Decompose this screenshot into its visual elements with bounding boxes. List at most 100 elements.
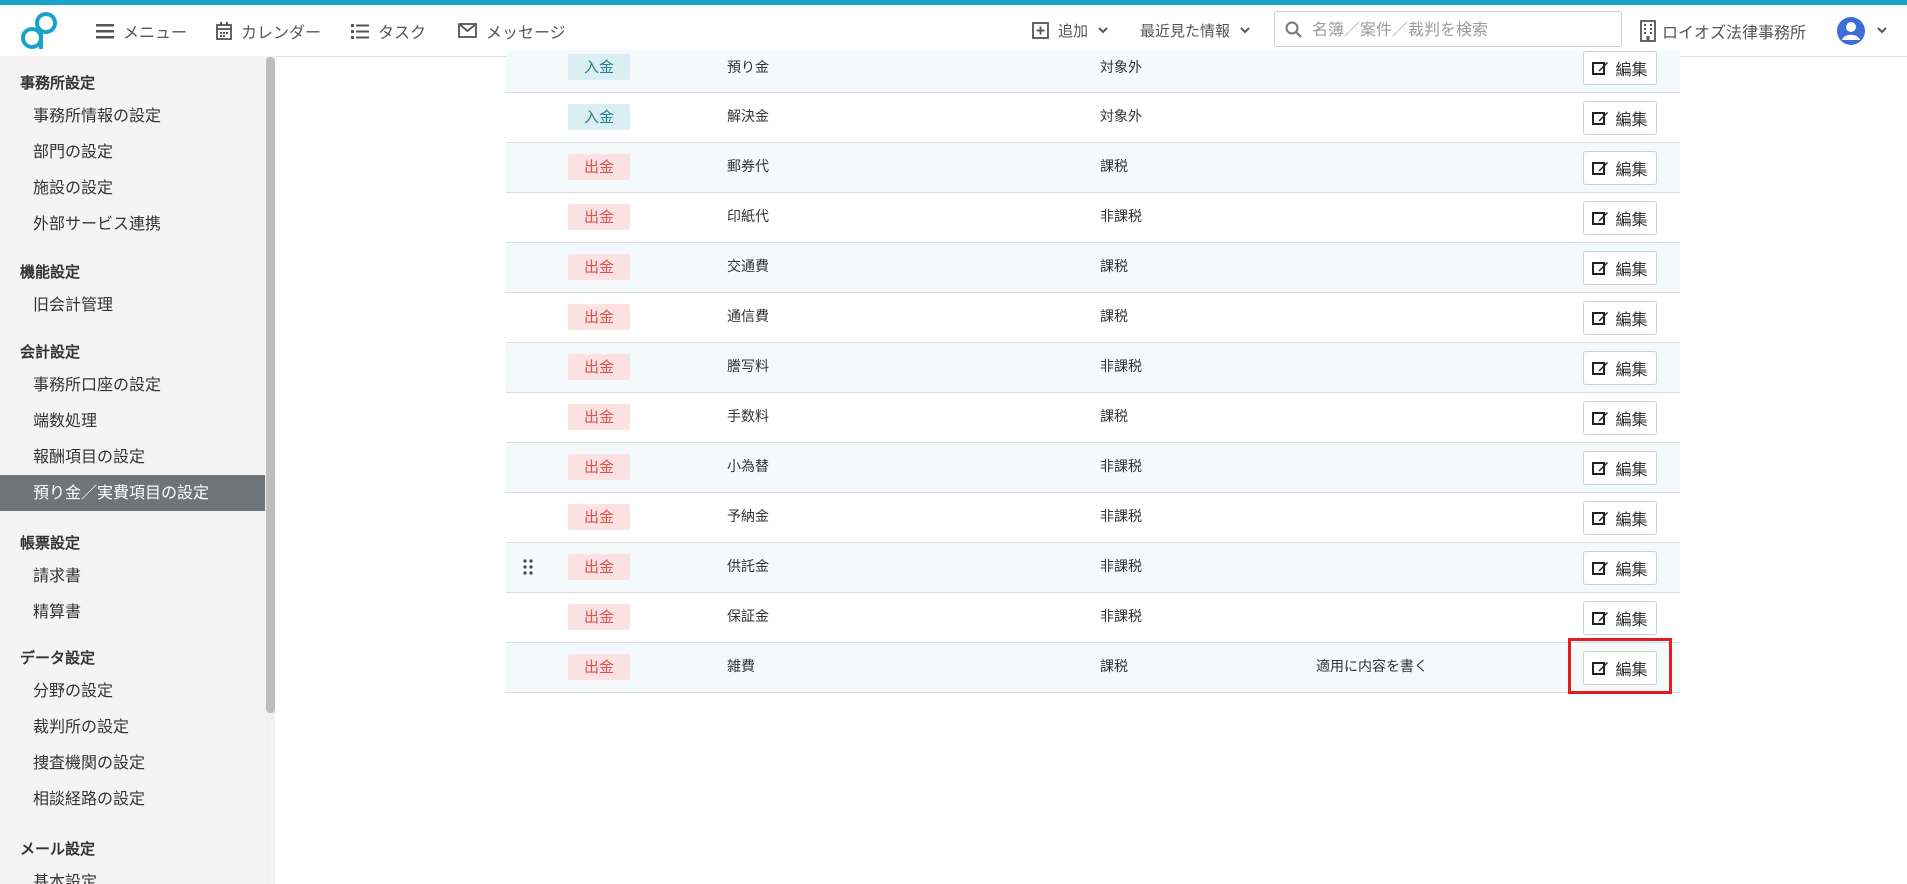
nav-message[interactable]: メッセージ	[458, 5, 566, 56]
nav-task[interactable]: タスク	[351, 5, 426, 56]
edit-icon	[1592, 412, 1609, 425]
sidebar-item-office-accounts[interactable]: 事務所口座の設定	[0, 367, 265, 403]
sidebar-item-legacy-accounting[interactable]: 旧会計管理	[0, 287, 265, 323]
type-badge: 出金	[568, 354, 630, 380]
sidebar-scrollbar-thumb[interactable]	[266, 57, 275, 713]
sidebar-item-facilities[interactable]: 施設の設定	[0, 170, 265, 206]
type-badge: 出金	[568, 154, 630, 180]
type-badge: 出金	[568, 604, 630, 630]
edit-button[interactable]: 編集	[1583, 151, 1657, 185]
office-switcher[interactable]: ロイオズ法律事務所	[1640, 5, 1806, 56]
tax-category: 課税	[1100, 159, 1128, 175]
section-form-settings: 帳票設定	[20, 534, 81, 552]
edit-button[interactable]: 編集	[1583, 451, 1657, 485]
tax-category: 非課税	[1100, 359, 1142, 375]
sidebar-item-investigative-agencies[interactable]: 捜査機関の設定	[0, 745, 265, 781]
sidebar-item-fee-items[interactable]: 報酬項目の設定	[0, 439, 265, 475]
item-name: 手数料	[727, 409, 769, 425]
tax-category: 非課税	[1100, 209, 1142, 225]
task-list-icon	[351, 23, 369, 39]
tax-category: 課税	[1100, 659, 1128, 675]
nav-menu[interactable]: メニュー	[96, 5, 187, 56]
edit-button[interactable]: 編集	[1583, 301, 1657, 335]
settings-sidebar: 事務所設定 事務所情報の設定 部門の設定 施設の設定 外部サービス連携 機能設定…	[0, 56, 266, 884]
sidebar-item-deposit-expense-items[interactable]: 預り金／実費項目の設定	[0, 475, 265, 511]
drag-handle-icon[interactable]	[523, 559, 533, 575]
edit-button[interactable]: 編集	[1583, 101, 1657, 135]
sidebar-item-invoice[interactable]: 請求書	[0, 558, 265, 594]
tax-category: 対象外	[1100, 109, 1142, 125]
sidebar-item-settlement[interactable]: 精算書	[0, 594, 265, 630]
recent-label: 最近見た情報	[1140, 22, 1231, 40]
tax-category: 非課税	[1100, 459, 1142, 475]
tax-category: 非課税	[1100, 559, 1142, 575]
item-name: 交通費	[727, 259, 769, 275]
envelope-icon	[458, 23, 477, 38]
edit-icon	[1592, 162, 1609, 175]
edit-button-label: 編集	[1615, 360, 1648, 379]
table-row: 出金 通信費 課税 編集	[506, 293, 1680, 343]
edit-button-label: 編集	[1615, 410, 1648, 429]
edit-button-label: 編集	[1615, 560, 1648, 579]
chevron-down-icon	[1877, 27, 1887, 34]
section-office-settings: 事務所設定	[20, 74, 96, 92]
edit-button[interactable]: 編集	[1583, 501, 1657, 535]
building-icon	[1640, 19, 1656, 42]
type-badge: 出金	[568, 454, 630, 480]
type-badge: 出金	[568, 204, 630, 230]
tax-category: 対象外	[1100, 60, 1142, 76]
plus-square-icon	[1032, 22, 1049, 39]
edit-button[interactable]: 編集	[1583, 201, 1657, 235]
edit-button-label: 編集	[1615, 210, 1648, 229]
type-badge: 出金	[568, 654, 630, 680]
edit-button[interactable]: 編集	[1583, 401, 1657, 435]
table-row: 出金 謄写料 非課税 編集	[506, 343, 1680, 393]
edit-button[interactable]: 編集	[1583, 51, 1657, 85]
sidebar-item-basic-settings[interactable]: 基本設定	[0, 864, 265, 884]
recent-dropdown[interactable]: 最近見た情報	[1140, 5, 1259, 56]
table-row: 出金 雑費 課税 適用に内容を書く 編集	[506, 643, 1680, 693]
edit-icon	[1592, 112, 1609, 125]
item-name: 小為替	[727, 459, 769, 475]
add-dropdown[interactable]: 追加	[1032, 5, 1117, 56]
nav-task-label: タスク	[378, 22, 427, 42]
edit-button-label: 編集	[1615, 60, 1648, 79]
search-input[interactable]	[1310, 18, 1604, 40]
edit-button-label: 編集	[1615, 310, 1648, 329]
sidebar-item-office-info[interactable]: 事務所情報の設定	[0, 98, 265, 134]
edit-button[interactable]: 編集	[1583, 601, 1657, 635]
sidebar-item-courts[interactable]: 裁判所の設定	[0, 709, 265, 745]
table-row: 入金 預り金 対象外 編集	[506, 50, 1680, 93]
edit-button[interactable]: 編集	[1583, 351, 1657, 385]
user-avatar-icon	[1837, 16, 1865, 45]
sidebar-item-external-services[interactable]: 外部サービス連携	[0, 206, 265, 242]
chevron-down-icon	[1098, 27, 1108, 34]
edit-icon	[1592, 312, 1609, 325]
sidebar-item-fields[interactable]: 分野の設定	[0, 673, 265, 709]
nav-message-label: メッセージ	[486, 22, 566, 42]
sidebar-item-consultation-routes[interactable]: 相談経路の設定	[0, 781, 265, 817]
item-name: 郵券代	[727, 159, 769, 175]
global-search[interactable]	[1274, 11, 1622, 47]
edit-button-label: 編集	[1615, 260, 1648, 279]
nav-calendar[interactable]: カレンダー	[216, 5, 321, 56]
chevron-down-icon	[1240, 27, 1250, 34]
edit-button[interactable]: 編集	[1583, 551, 1657, 585]
sidebar-item-rounding[interactable]: 端数処理	[0, 403, 265, 439]
item-name: 通信費	[727, 309, 769, 325]
app-logo[interactable]	[18, 11, 62, 51]
tax-category: 非課税	[1100, 609, 1142, 625]
user-menu[interactable]	[1836, 5, 1896, 56]
edit-button[interactable]: 編集	[1583, 251, 1657, 285]
table-row: 出金 交通費 課税 編集	[506, 243, 1680, 293]
table-row: 出金 小為替 非課税 編集	[506, 443, 1680, 493]
sidebar-item-departments[interactable]: 部門の設定	[0, 134, 265, 170]
tax-category: 課税	[1100, 309, 1128, 325]
nav-menu-label: メニュー	[123, 22, 188, 42]
item-note: 適用に内容を書く	[1316, 659, 1428, 675]
edit-icon	[1592, 262, 1609, 275]
type-badge: 出金	[568, 254, 630, 280]
type-badge: 入金	[568, 104, 630, 130]
table-row: 入金 解決金 対象外 編集	[506, 93, 1680, 143]
section-accounting-settings: 会計設定	[20, 343, 81, 361]
